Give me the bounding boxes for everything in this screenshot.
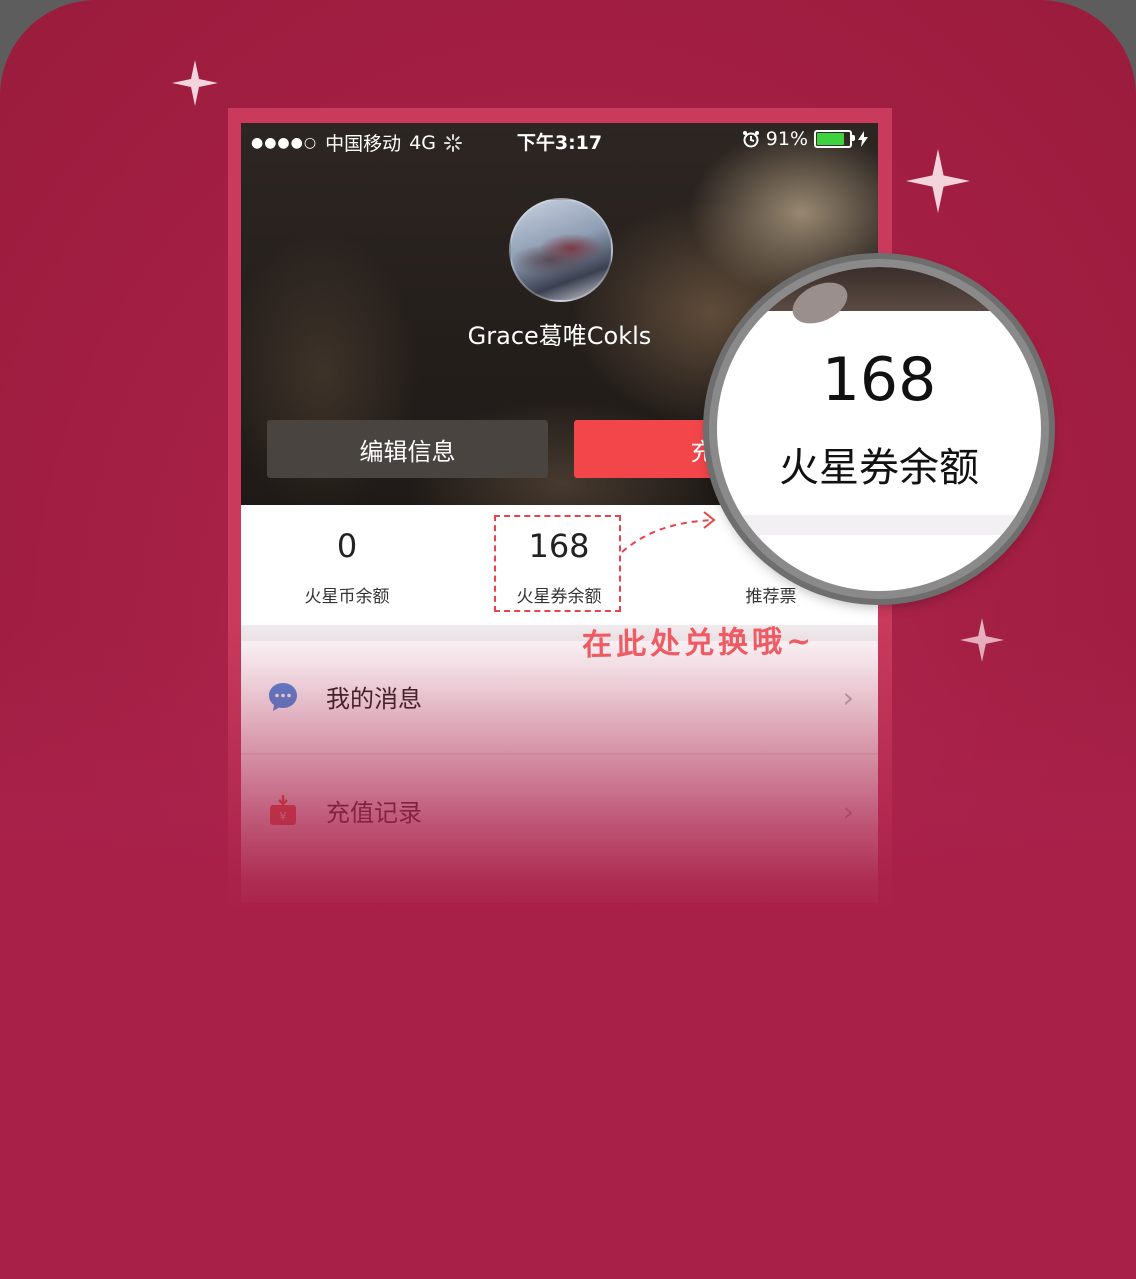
- magnifier-callout: 168 火星券余额: [709, 259, 1049, 599]
- magnified-value: 168: [821, 345, 937, 415]
- annotation-arrow: [621, 511, 716, 553]
- magnified-label: 火星券余额: [779, 445, 979, 491]
- promo-card: ●●●●○ 中国移动 4G 下午3:17 91% Grace葛唯Cokls 编辑…: [0, 0, 1136, 1279]
- exchange-hint: 在此处兑换哦~: [581, 623, 816, 664]
